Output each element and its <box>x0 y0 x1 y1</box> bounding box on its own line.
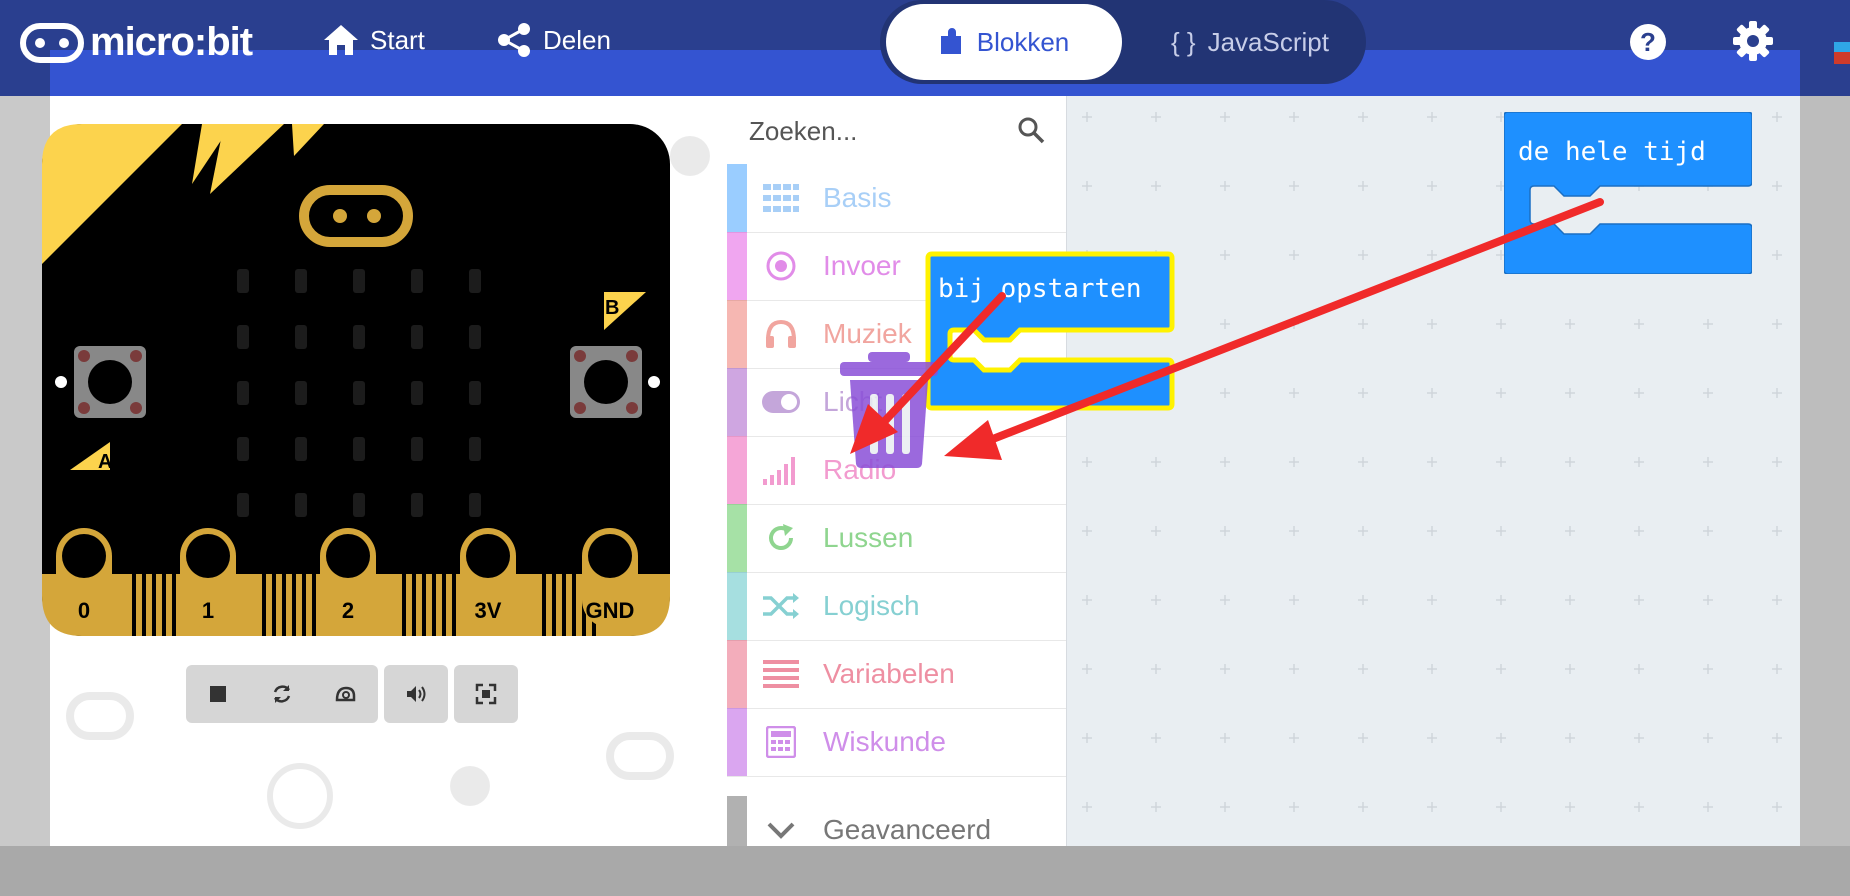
braces-icon: { } <box>1171 26 1196 57</box>
simulator-control-group <box>384 665 448 723</box>
pin-gnd-label: GND <box>586 598 635 623</box>
logo-text: micro:bit <box>90 20 253 64</box>
on-start-block[interactable] <box>924 248 1176 414</box>
button-a-label: A <box>98 451 112 473</box>
category-label: Lussen <box>823 522 914 553</box>
search-icon[interactable] <box>1017 116 1045 144</box>
stop-button[interactable] <box>186 665 250 723</box>
category-stripe <box>727 300 747 368</box>
category-variabelen[interactable]: Variabelen <box>727 640 1067 709</box>
start-button[interactable]: Start <box>322 22 425 58</box>
bottom-edge-overlay <box>0 846 1850 896</box>
trash-icon[interactable] <box>836 350 942 468</box>
search-input[interactable] <box>747 110 1011 152</box>
pin-1-label: 1 <box>202 598 214 623</box>
slow-motion-icon <box>335 686 356 702</box>
microbit-logo[interactable]: micro:bit <box>20 20 253 65</box>
fullscreen-icon <box>475 683 497 705</box>
pin-3v-label: 3V <box>475 598 502 623</box>
category-stripe <box>727 708 747 776</box>
shuffle-icon <box>761 586 801 626</box>
forever-block-label: de hele tijd <box>1518 137 1706 167</box>
sound-icon <box>407 686 426 702</box>
simulator-controls <box>186 665 518 723</box>
button-b[interactable] <box>570 346 642 418</box>
tab-javascript[interactable]: { } JavaScript <box>1150 4 1350 80</box>
category-label: Variabelen <box>823 658 955 689</box>
on-start-block-label: bij opstarten <box>938 274 1142 304</box>
category-label: Logisch <box>823 590 920 621</box>
category-stripe <box>727 232 747 300</box>
puzzle-icon <box>940 28 961 54</box>
category-stripe <box>727 164 747 232</box>
start-label: Start <box>370 24 425 55</box>
button-b-label: B <box>605 297 619 319</box>
category-wiskunde[interactable]: Wiskunde <box>727 708 1067 777</box>
list-lines-icon <box>761 654 801 694</box>
category-label: Basis <box>823 182 892 213</box>
slow-motion-button[interactable] <box>314 665 378 723</box>
share-icon <box>498 23 530 57</box>
toolbox-search <box>727 96 1067 164</box>
category-stripe <box>727 504 747 572</box>
simulator-control-group <box>186 665 378 723</box>
right-edge-overlay <box>1800 96 1850 896</box>
category-label: Invoer <box>823 250 901 281</box>
stop-icon <box>210 686 226 702</box>
home-icon <box>324 25 358 55</box>
simulator-control-group <box>454 665 518 723</box>
grid-icon <box>761 178 801 218</box>
signal-bars-icon <box>761 450 801 490</box>
loop-arrow-icon <box>761 518 801 558</box>
microbit-board[interactable]: A B 0 1 2 3V GND <box>42 124 670 636</box>
tab-blocks[interactable]: Blokken <box>886 4 1122 80</box>
tab-blocks-label: Blokken <box>976 26 1070 57</box>
svg-text:?: ? <box>1640 27 1656 57</box>
button-a[interactable] <box>74 346 146 418</box>
restart-button[interactable] <box>250 665 314 723</box>
calculator-icon <box>761 722 801 762</box>
category-label: Muziek <box>823 318 912 349</box>
toggle-icon <box>761 382 801 422</box>
gear-icon[interactable] <box>1732 20 1774 62</box>
toolbox: Basis Invoer Muziek Licht Radio Lus <box>727 96 1067 896</box>
category-label: Wiskunde <box>823 726 946 757</box>
category-label: Geavanceerd <box>823 814 992 845</box>
category-stripe <box>727 572 747 640</box>
share-button[interactable]: Delen <box>495 22 611 58</box>
microbit-logo-icon <box>20 22 84 63</box>
restart-icon <box>273 685 291 703</box>
fullscreen-button[interactable] <box>454 665 518 723</box>
category-lussen[interactable]: Lussen <box>727 504 1067 573</box>
category-logisch[interactable]: Logisch <box>727 572 1067 641</box>
target-icon <box>761 246 801 286</box>
pin-0-label: 0 <box>78 598 90 623</box>
category-stripe <box>727 640 747 708</box>
share-label: Delen <box>543 24 611 55</box>
edge-color-marker-blue <box>1834 42 1850 52</box>
chevron-down-icon <box>761 810 801 850</box>
category-stripe <box>727 436 747 504</box>
tab-javascript-label: JavaScript <box>1207 26 1329 57</box>
help-icon[interactable]: ? <box>1628 22 1668 62</box>
headphones-icon <box>761 314 801 354</box>
pin-2-label: 2 <box>342 598 354 623</box>
category-stripe <box>727 368 747 436</box>
category-basis[interactable]: Basis <box>727 164 1067 233</box>
sound-button[interactable] <box>384 665 448 723</box>
